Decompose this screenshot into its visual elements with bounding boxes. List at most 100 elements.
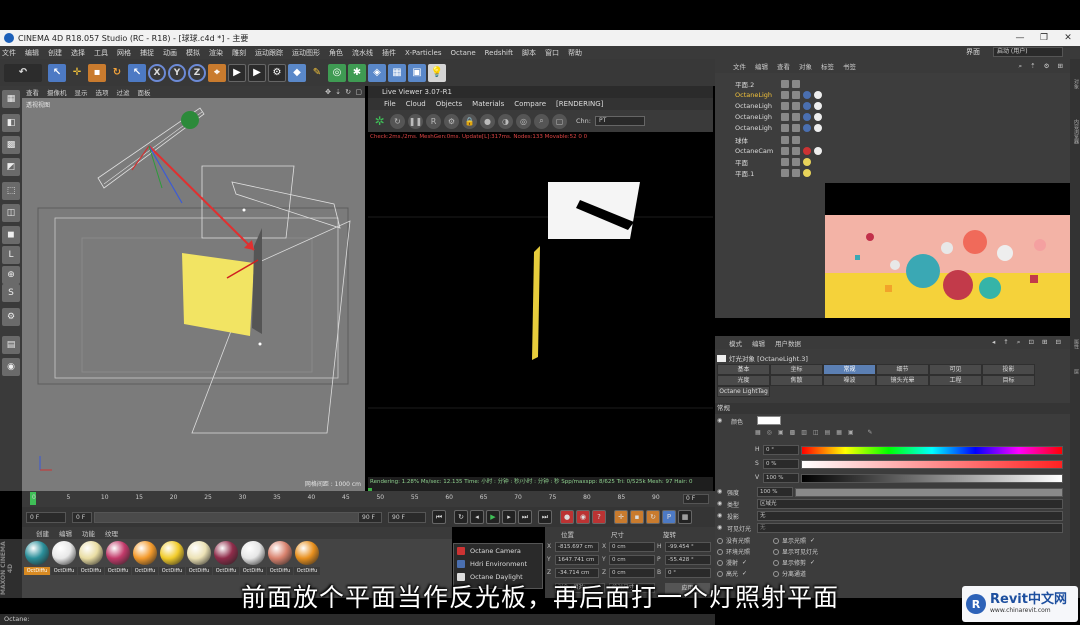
object-row[interactable]: OctaneLigh — [715, 100, 1070, 111]
tab-attributes-vertical[interactable]: 属性 — [1070, 339, 1080, 349]
polygons-mode-icon[interactable]: ◼ — [2, 226, 20, 244]
coordinate-system-icon[interactable]: ⌖ — [208, 63, 226, 82]
menu-x-particles[interactable]: X-Particles — [405, 49, 441, 57]
points-mode-icon[interactable]: ⬚ — [2, 182, 20, 200]
tab-coord[interactable]: 坐标 — [770, 364, 823, 375]
lv-menu-objects[interactable]: Objects — [436, 100, 462, 108]
render-picture-viewer-icon[interactable]: ▶ — [248, 63, 266, 82]
pause-render-icon[interactable]: ❚❚ — [408, 113, 423, 129]
mat-menu-create[interactable]: 创建 — [36, 528, 49, 538]
om-menu-edit[interactable]: 编辑 — [755, 61, 768, 71]
color-picker-modes-icon[interactable]: ▦◎▣▩▥◫▤▦▣ ✎ — [755, 429, 879, 436]
menu-script[interactable]: 脚本 — [522, 48, 536, 58]
color-swatch[interactable] — [757, 416, 781, 425]
viewport-menu-options[interactable]: 选项 — [96, 87, 109, 97]
mat-menu-function[interactable]: 功能 — [82, 528, 95, 538]
rotation-b-field[interactable]: 0 ° — [665, 568, 711, 578]
maximize-button[interactable]: ❐ — [1032, 33, 1056, 43]
object-manager-empty-area[interactable] — [715, 183, 825, 318]
next-frame-icon[interactable]: ▸ — [502, 510, 516, 524]
y-axis-lock-button[interactable]: Y — [168, 63, 186, 82]
lv-menu-materials[interactable]: Materials — [472, 100, 504, 108]
mat-menu-texture[interactable]: 纹理 — [105, 528, 118, 538]
menu-mograph[interactable]: 运动图形 — [292, 48, 320, 58]
tab-visibility[interactable]: 可见 — [929, 364, 982, 375]
object-row[interactable]: OctaneLigh — [715, 122, 1070, 133]
lv-menu-file[interactable]: File — [384, 100, 396, 108]
render-canvas[interactable] — [368, 142, 713, 477]
object-row[interactable]: 平面 — [715, 156, 1070, 167]
menu-simulate[interactable]: 模拟 — [186, 48, 200, 58]
material-swatch[interactable]: OctDiffu — [186, 541, 212, 575]
autokey-icon[interactable]: ◉ — [576, 510, 590, 524]
menu-character[interactable]: 角色 — [329, 48, 343, 58]
start-frame-field[interactable]: 0 F — [26, 512, 66, 523]
material-ball-icon[interactable]: ● — [480, 113, 495, 129]
viewport-menu-filter[interactable]: 过滤 — [117, 87, 130, 97]
viewport-menu-cameras[interactable]: 摄像机 — [47, 87, 67, 97]
resend-scene-icon[interactable]: R — [426, 113, 441, 129]
viewport-menu-display[interactable]: 显示 — [75, 87, 88, 97]
record-icon[interactable]: ● — [560, 510, 574, 524]
goto-start-icon[interactable]: ⏮ — [432, 510, 446, 524]
move-tool-icon[interactable]: ✛ — [68, 64, 86, 82]
select-tool-icon[interactable]: ↖ — [48, 63, 66, 82]
om-menu-view[interactable]: 查看 — [777, 61, 790, 71]
menu-edit[interactable]: 编辑 — [25, 48, 39, 58]
edges-mode-icon[interactable]: ◫ — [2, 204, 20, 222]
visible-light-dropdown[interactable]: 无 — [757, 523, 1063, 533]
keyframe-selection-icon[interactable]: ? — [592, 510, 606, 524]
tab-photometric[interactable]: 光度 — [717, 375, 770, 386]
clay-mode-icon[interactable]: ◑ — [498, 113, 513, 129]
material-swatch[interactable]: OctDiffu — [78, 541, 104, 575]
end-frame-field[interactable]: 90 F — [388, 512, 426, 523]
goto-end-icon[interactable]: ⏭ — [538, 510, 552, 524]
loop-icon[interactable]: ↻ — [454, 510, 468, 524]
pick-material-icon[interactable]: ⌕ — [534, 113, 549, 129]
array-icon[interactable]: ✱ — [348, 63, 366, 82]
light-option-checkbox[interactable]: 显示可见灯光 — [773, 547, 818, 556]
timeline-ruler[interactable]: 0 5 10 15 20 25 30 35 40 45 50 55 60 65 70 75 80 85 90 0 F — [22, 491, 715, 507]
position-z-field[interactable]: -34.714 cm — [555, 568, 599, 578]
octane-logo-icon[interactable]: ✲ — [372, 114, 387, 129]
value-field[interactable]: 100 % — [763, 473, 799, 483]
om-menu-tags[interactable]: 标签 — [821, 61, 834, 71]
tab-target[interactable]: 目标 — [982, 375, 1035, 386]
make-editable-icon[interactable]: ▦ — [2, 90, 20, 108]
menu-motion-tracking[interactable]: 运动跟踪 — [255, 48, 283, 58]
scene-environment-icon[interactable]: ▦ — [388, 63, 406, 82]
tab-content-browser-vertical[interactable]: 内容浏览器 — [1070, 119, 1080, 144]
light-option-checkbox[interactable]: 分离通道 — [773, 569, 806, 578]
lock-workplane-icon[interactable]: ⚙ — [2, 308, 20, 326]
object-row[interactable]: 球体 — [715, 134, 1070, 145]
preview-end-field[interactable]: 90 F — [358, 512, 382, 523]
menu-octane[interactable]: Octane — [450, 49, 475, 57]
hue-slider[interactable] — [801, 446, 1063, 455]
channel-dropdown[interactable]: PT — [594, 116, 645, 126]
object-row[interactable]: 平面.2 — [715, 78, 1070, 89]
minimize-button[interactable]: — — [1008, 33, 1032, 43]
material-swatch[interactable]: OctDiffu — [159, 541, 185, 575]
light-option-checkbox[interactable]: 高光 ✓ — [717, 569, 747, 578]
key-scale-icon[interactable]: ▪ — [630, 510, 644, 524]
pen-spline-icon[interactable]: ✎ — [308, 64, 326, 82]
object-row[interactable]: OctaneLigh — [715, 111, 1070, 122]
material-swatch[interactable]: OctDiffu — [132, 541, 158, 575]
key-rotation-icon[interactable]: ↻ — [646, 510, 660, 524]
snap-icon[interactable]: S — [2, 284, 20, 302]
menu-animate[interactable]: 动画 — [163, 48, 177, 58]
viewport-menu-view[interactable]: 查看 — [26, 87, 39, 97]
key-position-icon[interactable]: ✛ — [614, 510, 628, 524]
viewport-navigation-icon[interactable]: ✥ ⇣ ↻ ▢ — [325, 88, 363, 96]
pick-focus-icon[interactable]: ◎ — [516, 113, 531, 129]
light-option-checkbox[interactable]: 环境光照 — [717, 547, 750, 556]
saturation-field[interactable]: 0 % — [763, 459, 799, 469]
value-slider[interactable] — [801, 474, 1063, 483]
material-swatch[interactable]: OctDiffu — [213, 541, 239, 575]
light-object-icon[interactable]: 💡 — [428, 63, 446, 82]
material-swatch[interactable]: OctDiffu — [267, 541, 293, 575]
tab-objects-vertical[interactable]: 对象 — [1070, 79, 1080, 89]
menu-select[interactable]: 选择 — [71, 48, 85, 58]
menu-window[interactable]: 窗口 — [545, 48, 559, 58]
visible-light-radio-icon[interactable]: ◉ — [717, 524, 722, 531]
